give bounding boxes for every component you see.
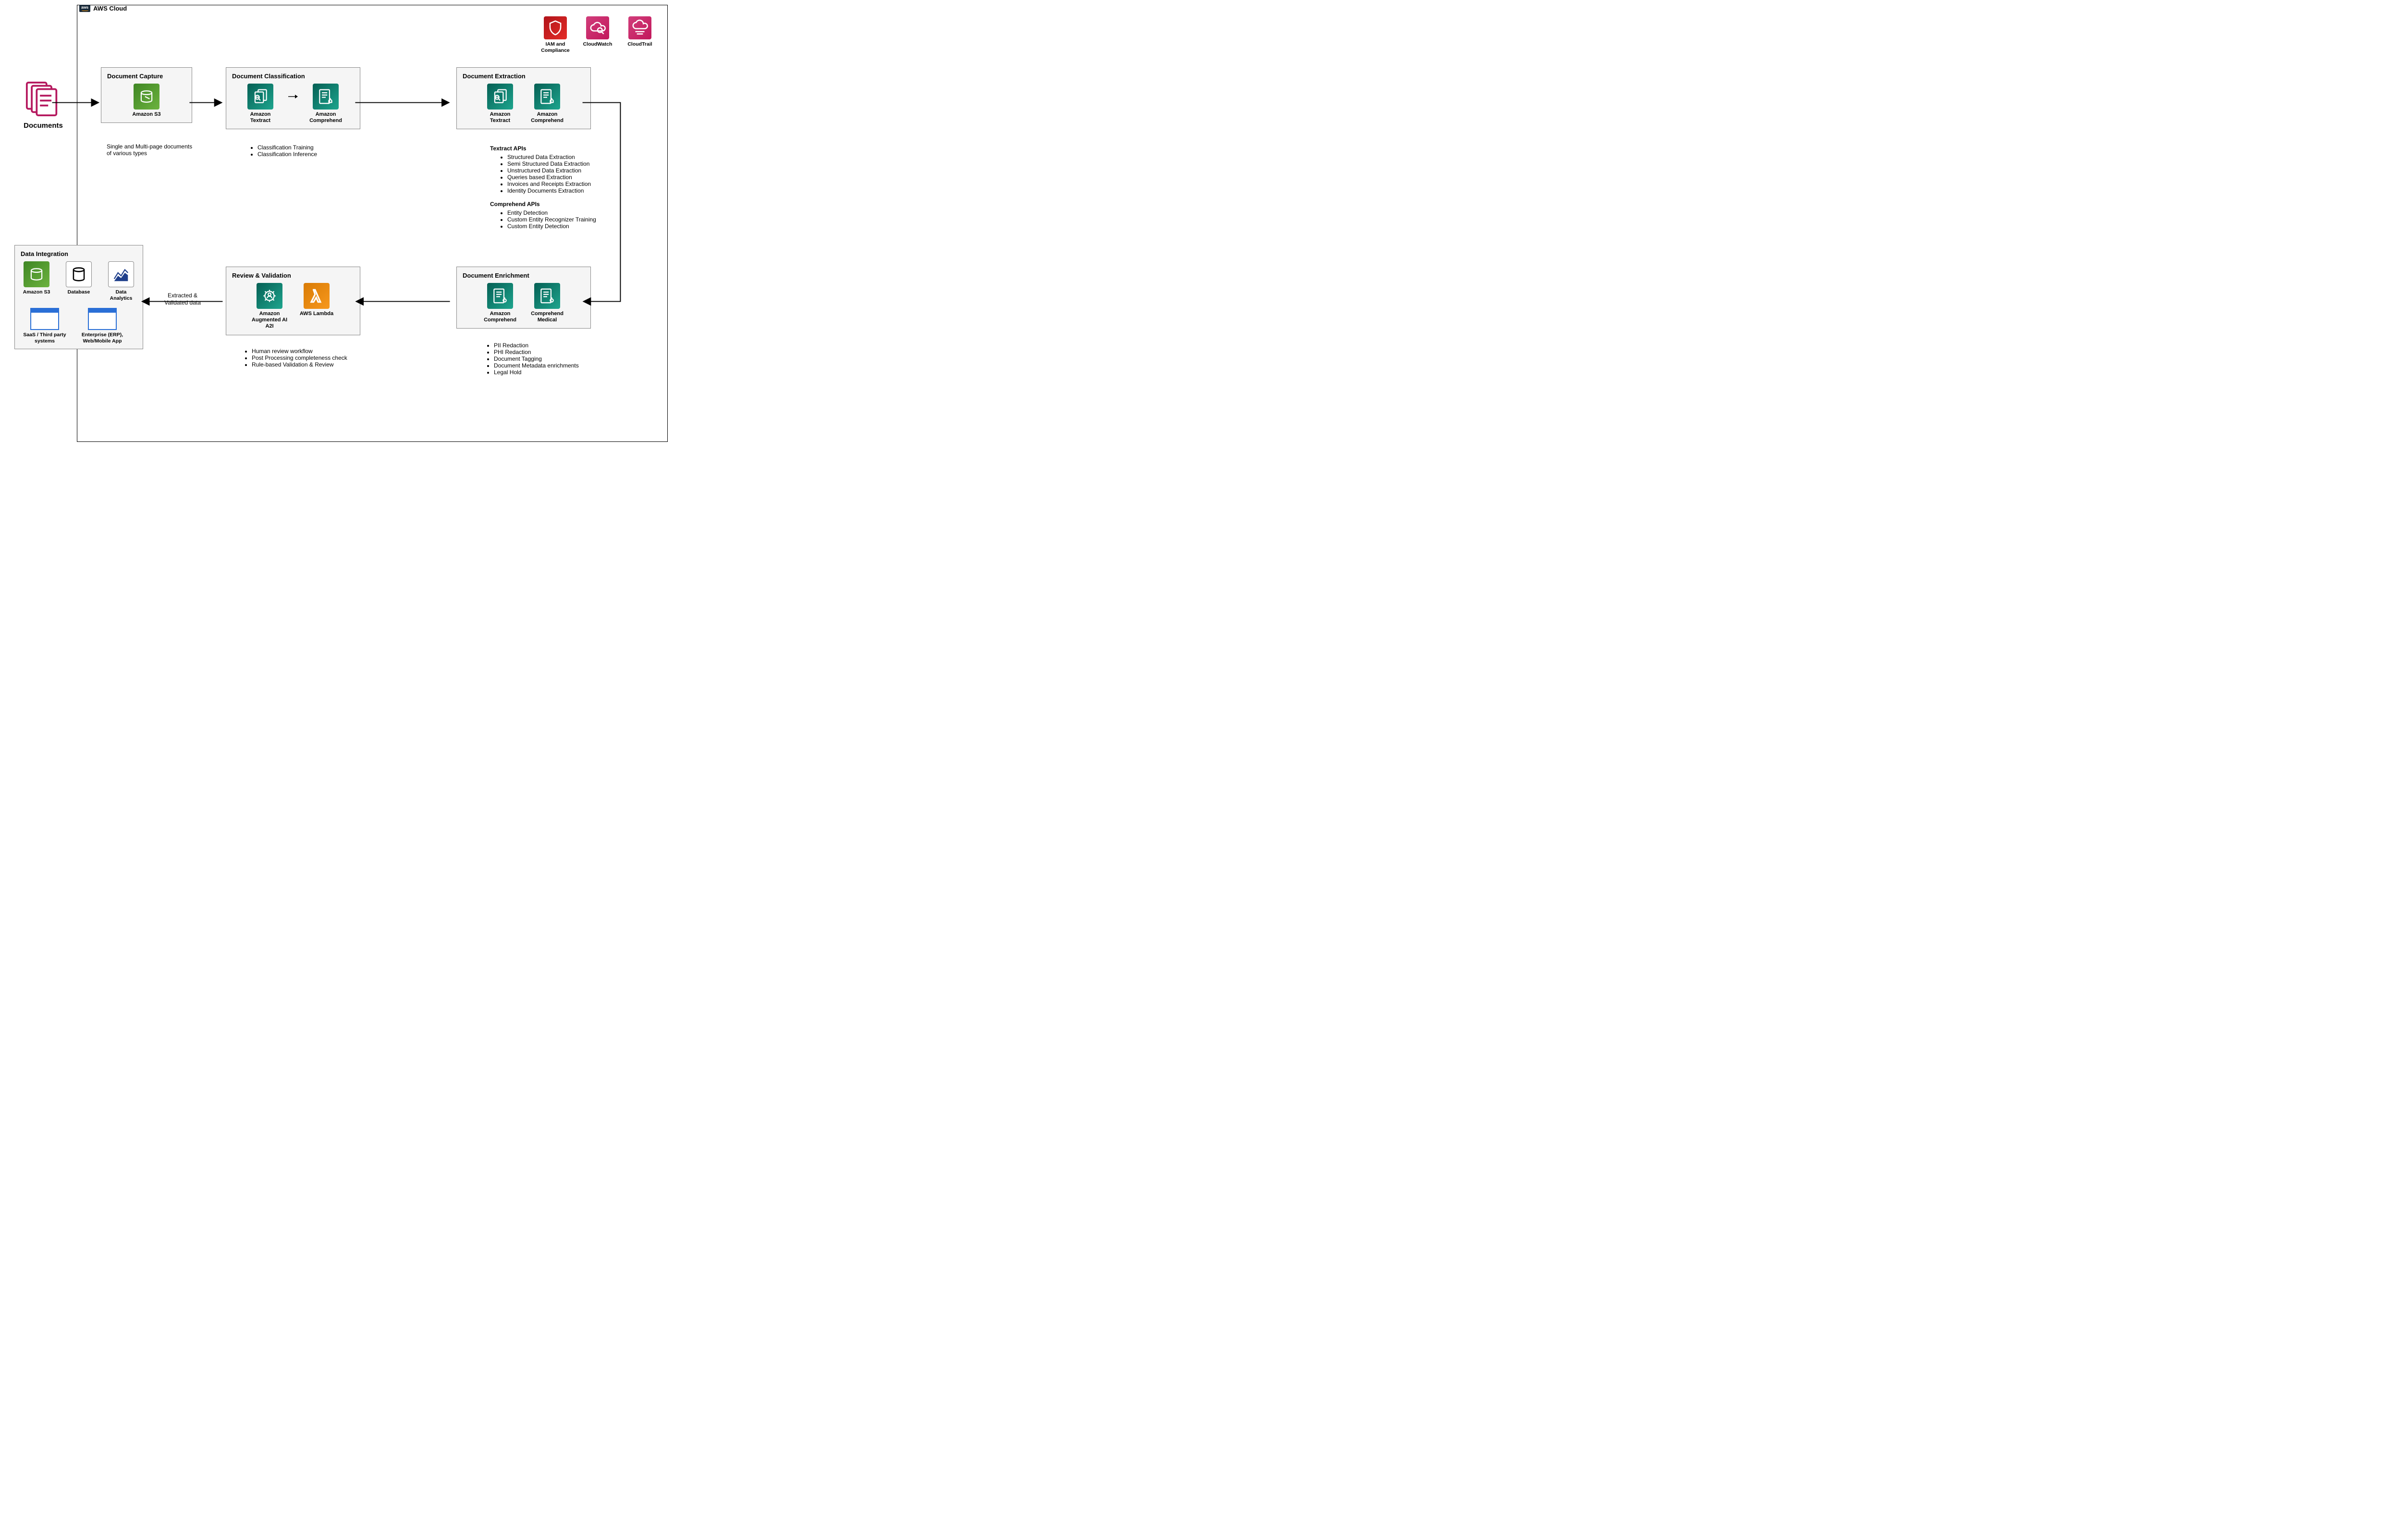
- iam-compliance: IAM and Compliance: [538, 16, 573, 53]
- classify-bullets: Classification Training Classification I…: [249, 144, 317, 158]
- di-database: Database: [63, 261, 95, 295]
- browser-icon: [88, 308, 117, 330]
- comprehend-icon: [487, 283, 513, 309]
- service-comprehend-3: Amazon Comprehend: [481, 283, 519, 323]
- capture-title: Document Capture: [107, 73, 186, 80]
- document-enrichment-node: Document Enrichment Amazon Comprehend Co…: [456, 267, 591, 329]
- service-a2i: Amazon Augmented AI A2I: [250, 283, 289, 330]
- di-analytics: Data Analytics: [105, 261, 137, 301]
- browser-icon: [30, 308, 59, 330]
- textract-icon: [247, 84, 273, 110]
- review-bullets: Human review workflow Post Processing co…: [243, 348, 347, 368]
- classify-title: Document Classification: [232, 73, 354, 80]
- review-title: Review & Validation: [232, 272, 354, 279]
- document-classification-node: Document Classification Amazon Textract …: [226, 67, 360, 129]
- s3-icon: [24, 261, 49, 287]
- service-amazon-s3: Amazon S3: [127, 84, 166, 118]
- sub-arrow-icon: [288, 84, 298, 110]
- comprehend-icon: [313, 84, 339, 110]
- integrate-title: Data Integration: [21, 250, 137, 257]
- lambda-icon: [304, 283, 330, 309]
- extract-title: Document Extraction: [463, 73, 585, 80]
- di-s3: Amazon S3: [21, 261, 52, 295]
- di-saas: SaaS / Third party systems: [21, 308, 69, 344]
- enrich-title: Document Enrichment: [463, 272, 585, 279]
- enrich-bullets: PII Redaction PHI Redaction Document Tag…: [485, 342, 579, 376]
- review-validation-node: Review & Validation Amazon Augmented AI …: [226, 267, 360, 335]
- top-services: IAM and Compliance CloudWatch CloudTrail: [538, 16, 657, 53]
- documents-icon: [24, 79, 63, 119]
- service-lambda: AWS Lambda: [297, 283, 336, 317]
- extract-notes: Textract APIs Structured Data Extraction…: [490, 142, 596, 230]
- service-comprehend-1: Amazon Comprehend: [306, 84, 345, 124]
- database-icon: [66, 261, 92, 287]
- data-integration-node: Data Integration Amazon S3 Database Data…: [14, 245, 143, 349]
- extracted-data-label: Extracted & Validated data: [159, 292, 207, 306]
- documents-label: Documents: [24, 122, 63, 130]
- service-textract-2: Amazon Textract: [481, 84, 519, 124]
- service-comprehend-medical: Comprehend Medical: [528, 283, 566, 323]
- service-comprehend-2: Amazon Comprehend: [528, 84, 566, 124]
- document-capture-node: Document Capture Amazon S3: [101, 67, 192, 123]
- analytics-icon: [108, 261, 134, 287]
- cloudtrail-icon: [628, 16, 651, 39]
- document-extraction-node: Document Extraction Amazon Textract Amaz…: [456, 67, 591, 129]
- cloudwatch: CloudWatch: [580, 16, 615, 53]
- capture-note: Single and Multi-page documents of vario…: [107, 143, 198, 157]
- comprehend-medical-icon: [534, 283, 560, 309]
- textract-icon: [487, 84, 513, 110]
- comprehend-icon: [534, 84, 560, 110]
- documents-source: Documents: [10, 79, 77, 130]
- di-erp: Enterprise (ERP), Web/Mobile App: [78, 308, 126, 344]
- service-textract-1: Amazon Textract: [241, 84, 280, 124]
- s3-icon: [134, 84, 159, 110]
- shield-icon: [544, 16, 567, 39]
- cloudwatch-icon: [586, 16, 609, 39]
- cloudtrail: CloudTrail: [623, 16, 657, 53]
- a2i-icon: [257, 283, 282, 309]
